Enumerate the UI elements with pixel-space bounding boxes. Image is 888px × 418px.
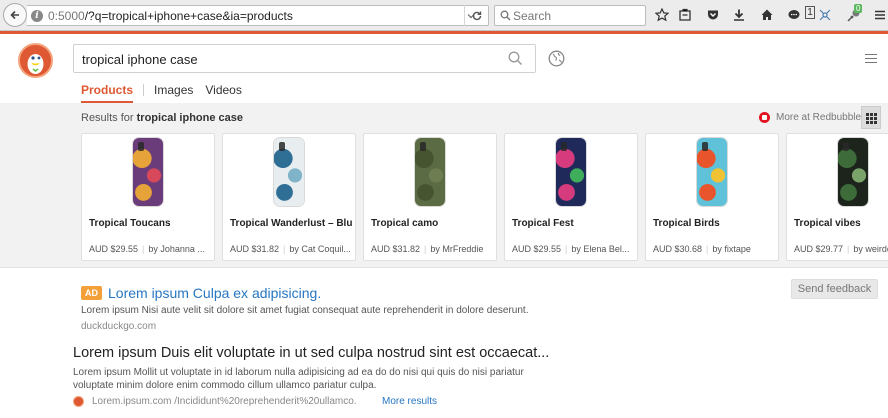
globe-icon[interactable] xyxy=(548,50,565,67)
url-text[interactable]: 0:5000/?q=tropical+iphone+case&ia=produc… xyxy=(48,9,293,23)
product-card[interactable]: Tropical Wanderlust – Blue AUD $31.82 | by… xyxy=(222,133,356,261)
grid-view-button[interactable] xyxy=(861,106,881,129)
product-meta: AUD $30.68 | by fixtape xyxy=(653,244,751,254)
back-arrow-icon xyxy=(10,10,19,20)
product-price: AUD $29.55 xyxy=(512,244,562,254)
duckduckgo-logo[interactable] xyxy=(18,43,53,78)
bookmark-star-icon[interactable] xyxy=(654,7,670,23)
more-results-link[interactable]: More results xyxy=(382,396,437,407)
product-image[interactable] xyxy=(505,134,637,210)
phone-case-image xyxy=(838,138,868,206)
ad-url[interactable]: duckduckgo.com xyxy=(81,321,551,332)
count-badge[interactable]: 1 xyxy=(805,6,815,19)
phone-case-image xyxy=(133,138,163,206)
ad-title-link[interactable]: Lorem ipsum Culpa ex adipisicing. xyxy=(108,285,321,301)
ddg-menu-icon[interactable] xyxy=(865,54,877,64)
home-icon[interactable] xyxy=(759,7,775,23)
product-price: AUD $30.68 xyxy=(653,244,703,254)
product-seller: by Elena Bel... xyxy=(571,244,630,254)
result-url[interactable]: Lorem.ipsum.com /Incididunt%20reprehende… xyxy=(92,396,357,407)
search-icon xyxy=(500,10,511,21)
product-meta: AUD $29.77|by weirdo xyxy=(794,244,888,254)
ad-result: AD Lorem ipsum Culpa ex adipisicing. Lor… xyxy=(81,285,551,332)
phone-case-image xyxy=(697,138,727,206)
redbubble-icon xyxy=(759,112,770,123)
pocket-icon[interactable] xyxy=(705,7,721,23)
reading-list-icon[interactable] xyxy=(677,7,693,23)
product-card[interactable]: Tropical Toucans AUD $29.55 | by Johanna .… xyxy=(81,133,215,261)
product-meta: AUD $31.82 | by MrFreddie xyxy=(371,244,484,254)
search-icon[interactable] xyxy=(508,51,523,66)
product-image[interactable] xyxy=(646,134,778,210)
organic-result: Lorem ipsum Duis elit voluptate in ut se… xyxy=(73,345,553,407)
results-for-label: Results for tropical iphone case xyxy=(81,112,244,124)
product-title[interactable]: Tropical Fest xyxy=(512,218,634,229)
product-image[interactable] xyxy=(223,134,355,210)
phone-case-image xyxy=(556,138,586,206)
phone-case-image xyxy=(274,138,304,206)
product-seller: by fixtape xyxy=(712,244,751,254)
product-price: AUD $29.55 xyxy=(89,244,139,254)
duck-icon xyxy=(27,54,44,74)
products-module: Results for tropical iphone case More at… xyxy=(0,103,888,268)
browser-search-bar[interactable]: Search xyxy=(494,5,646,26)
product-seller: by MrFreddie xyxy=(430,244,484,254)
vertical-tabs: Products Images Videos xyxy=(81,83,254,103)
product-meta: AUD $31.82 | by Cat Coquil... xyxy=(230,244,351,254)
reload-button[interactable] xyxy=(464,5,489,26)
tab-images[interactable]: Images xyxy=(154,83,193,103)
product-price: AUD $31.82 xyxy=(230,244,280,254)
result-title-link[interactable]: Lorem ipsum Duis elit voluptate in ut se… xyxy=(73,345,553,361)
addon-icon[interactable]: 0 xyxy=(846,4,863,23)
download-icon[interactable] xyxy=(731,7,747,23)
product-seller: by Cat Coquil... xyxy=(289,244,351,254)
product-price: AUD $31.82 xyxy=(371,244,421,254)
product-seller: by weirdo xyxy=(853,244,888,254)
tab-divider xyxy=(143,84,145,96)
ddg-search-input[interactable]: tropical iphone case xyxy=(73,44,536,73)
search-query[interactable]: tropical iphone case xyxy=(82,52,198,67)
product-meta: AUD $29.55 | by Elena Bel... xyxy=(512,244,630,254)
search-placeholder: Search xyxy=(513,9,552,23)
browser-toolbar: i 0:5000/?q=tropical+iphone+case&ia=prod… xyxy=(0,0,888,31)
result-snippet: Lorem ipsum Mollit ut voluptate in id la… xyxy=(73,367,524,391)
product-title[interactable]: Tropical Birds xyxy=(653,218,775,229)
product-price: AUD $29.77 xyxy=(794,244,844,254)
product-image[interactable] xyxy=(787,134,888,210)
more-at-redbubble-link[interactable]: More at Redbubble xyxy=(759,112,861,123)
product-carousel: Tropical Toucans AUD $29.55 | by Johanna .… xyxy=(81,133,888,263)
menu-icon[interactable] xyxy=(872,7,888,23)
product-card[interactable]: Tropical vibes AUD $29.77|by weirdo xyxy=(786,133,888,261)
url-bar[interactable]: i 0:5000/?q=tropical+iphone+case&ia=prod… xyxy=(27,5,489,26)
network-icon[interactable] xyxy=(817,7,833,23)
product-card[interactable]: Tropical camo AUD $31.82 | by MrFreddie xyxy=(363,133,497,261)
chat-icon[interactable] xyxy=(786,7,802,23)
favicon-icon xyxy=(73,396,84,407)
site-info-icon[interactable]: i xyxy=(31,10,43,22)
results-query: tropical iphone case xyxy=(136,112,244,124)
product-card[interactable]: Tropical Birds AUD $30.68 | by fixtape xyxy=(645,133,779,261)
ddg-header: tropical iphone case Products Images Vid… xyxy=(0,34,888,103)
ad-snippet: Lorem ipsum Nisi aute velit sit dolore s… xyxy=(81,305,529,316)
tab-videos[interactable]: Videos xyxy=(205,83,241,103)
product-meta: AUD $29.55 | by Johanna ... xyxy=(89,244,205,254)
product-title[interactable]: Tropical Wanderlust – Blue xyxy=(230,218,352,229)
send-feedback-button[interactable]: Send feedback xyxy=(791,279,878,299)
reload-icon xyxy=(472,11,482,20)
product-seller: by Johanna ... xyxy=(148,244,205,254)
back-button[interactable] xyxy=(3,3,27,27)
product-card[interactable]: Tropical Fest AUD $29.55 | by Elena Bel... xyxy=(504,133,638,261)
product-title[interactable]: Tropical camo xyxy=(371,218,493,229)
product-image[interactable] xyxy=(364,134,496,210)
addon-badge: 0 xyxy=(854,4,863,13)
ad-badge: AD xyxy=(81,286,102,300)
phone-case-image xyxy=(415,138,445,206)
product-title[interactable]: Tropical Toucans xyxy=(89,218,211,229)
tab-products[interactable]: Products xyxy=(81,83,134,103)
product-title[interactable]: Tropical vibes xyxy=(794,218,888,229)
product-image[interactable] xyxy=(82,134,214,210)
